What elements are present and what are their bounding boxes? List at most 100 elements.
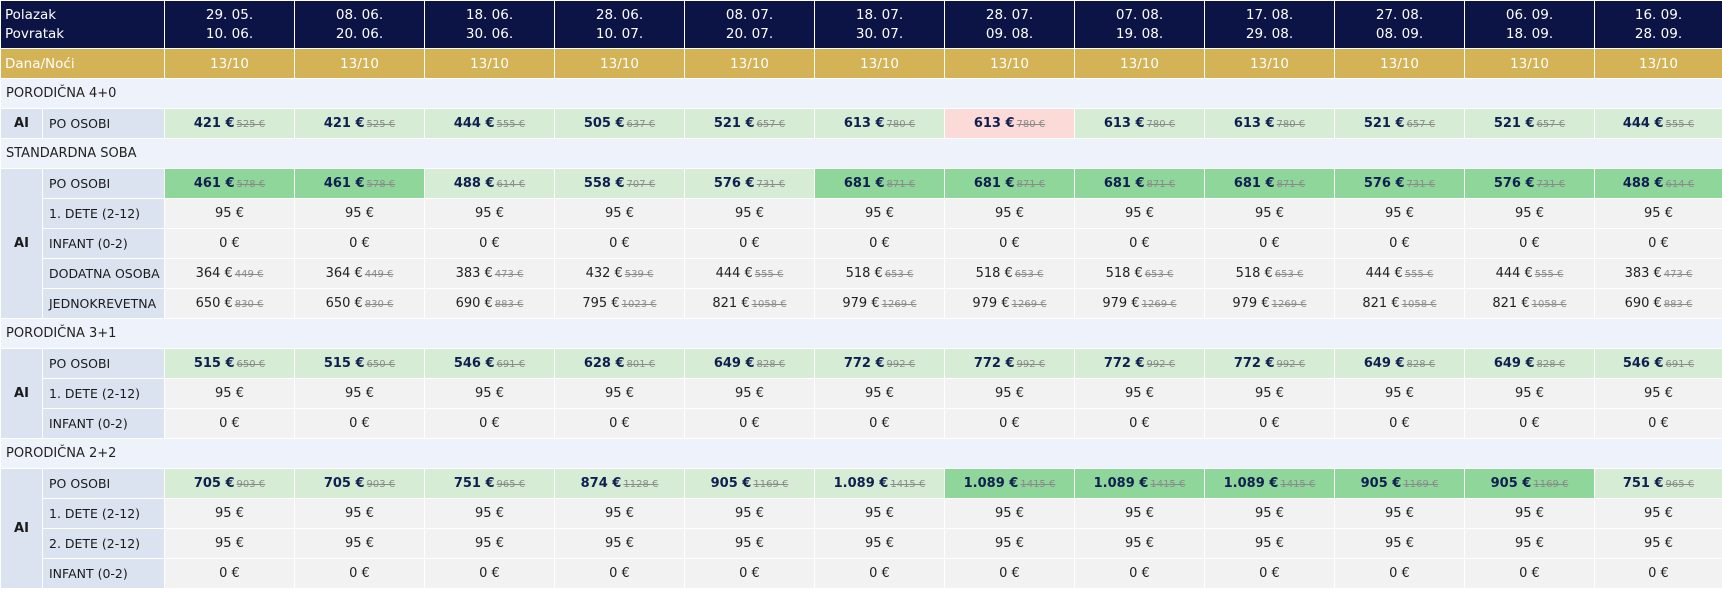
price-cell[interactable]: 0 € — [684, 558, 815, 589]
price-cell[interactable]: 1.089 €1415 € — [1074, 468, 1205, 499]
price-cell[interactable]: 95 € — [1464, 378, 1595, 409]
price-cell[interactable]: 518 €653 € — [1204, 258, 1335, 289]
price-cell[interactable]: 705 €903 € — [294, 468, 425, 499]
price-cell[interactable]: 95 € — [1204, 498, 1335, 529]
price-cell[interactable]: 95 € — [1074, 378, 1205, 409]
price-cell[interactable]: 95 € — [1594, 198, 1722, 229]
price-cell[interactable]: 95 € — [1334, 498, 1465, 529]
term-header-cell[interactable]: 27. 08. 08. 09. — [1334, 0, 1465, 49]
price-cell[interactable]: 521 €657 € — [1464, 108, 1595, 139]
price-cell[interactable]: 95 € — [1074, 528, 1205, 559]
price-cell[interactable]: 0 € — [944, 228, 1075, 259]
price-cell[interactable]: 95 € — [294, 528, 425, 559]
price-cell[interactable]: 505 €637 € — [554, 108, 685, 139]
price-cell[interactable]: 95 € — [944, 528, 1075, 559]
term-header-cell[interactable]: 08. 07. 20. 07. — [684, 0, 815, 49]
price-cell[interactable]: 95 € — [164, 498, 295, 529]
price-cell[interactable]: 0 € — [684, 408, 815, 439]
price-cell[interactable]: 576 €731 € — [1334, 168, 1465, 199]
price-cell[interactable]: 0 € — [1074, 408, 1205, 439]
price-cell[interactable]: 0 € — [1594, 228, 1722, 259]
price-cell[interactable]: 795 €1023 € — [554, 288, 685, 319]
price-cell[interactable]: 95 € — [1204, 198, 1335, 229]
price-cell[interactable]: 95 € — [944, 198, 1075, 229]
price-cell[interactable]: 95 € — [424, 198, 555, 229]
price-cell[interactable]: 0 € — [424, 228, 555, 259]
term-header-cell[interactable]: 08. 06. 20. 06. — [294, 0, 425, 49]
price-cell[interactable]: 649 €828 € — [1334, 348, 1465, 379]
price-cell[interactable]: 95 € — [1334, 198, 1465, 229]
price-cell[interactable]: 95 € — [944, 378, 1075, 409]
term-header-cell[interactable]: 07. 08. 19. 08. — [1074, 0, 1205, 49]
price-cell[interactable]: 0 € — [1074, 228, 1205, 259]
price-cell[interactable]: 613 €780 € — [1204, 108, 1335, 139]
price-cell[interactable]: 613 €780 € — [1074, 108, 1205, 139]
price-cell[interactable]: 772 €992 € — [814, 348, 945, 379]
price-cell[interactable]: 821 €1058 € — [1464, 288, 1595, 319]
price-cell[interactable]: 95 € — [814, 198, 945, 229]
price-cell[interactable]: 0 € — [1074, 558, 1205, 589]
price-cell[interactable]: 1.089 €1415 € — [814, 468, 945, 499]
price-cell[interactable]: 0 € — [294, 228, 425, 259]
price-cell[interactable]: 979 €1269 € — [1204, 288, 1335, 319]
price-cell[interactable]: 0 € — [554, 408, 685, 439]
term-header-cell[interactable]: 28. 06. 10. 07. — [554, 0, 685, 49]
price-cell[interactable]: 95 € — [424, 378, 555, 409]
price-cell[interactable]: 0 € — [944, 408, 1075, 439]
price-cell[interactable]: 979 €1269 € — [944, 288, 1075, 319]
price-cell[interactable]: 576 €731 € — [1464, 168, 1595, 199]
term-header-cell[interactable]: 28. 07. 09. 08. — [944, 0, 1075, 49]
price-cell[interactable]: 444 €555 € — [684, 258, 815, 289]
price-cell[interactable]: 95 € — [684, 378, 815, 409]
price-cell[interactable]: 0 € — [814, 228, 945, 259]
price-cell[interactable]: 905 €1169 € — [684, 468, 815, 499]
price-cell[interactable]: 95 € — [1204, 378, 1335, 409]
price-cell[interactable]: 95 € — [1334, 528, 1465, 559]
price-cell[interactable]: 461 €578 € — [294, 168, 425, 199]
price-cell[interactable]: 461 €578 € — [164, 168, 295, 199]
price-cell[interactable]: 364 €449 € — [164, 258, 295, 289]
price-cell[interactable]: 0 € — [424, 558, 555, 589]
price-cell[interactable]: 95 € — [814, 498, 945, 529]
price-cell[interactable]: 488 €614 € — [1594, 168, 1722, 199]
price-cell[interactable]: 95 € — [164, 198, 295, 229]
price-cell[interactable]: 95 € — [294, 198, 425, 229]
price-cell[interactable]: 0 € — [1464, 228, 1595, 259]
price-cell[interactable]: 518 €653 € — [1074, 258, 1205, 289]
price-cell[interactable]: 95 € — [944, 498, 1075, 529]
price-cell[interactable]: 95 € — [1334, 378, 1465, 409]
price-cell[interactable]: 95 € — [1074, 498, 1205, 529]
term-header-cell[interactable]: 18. 06. 30. 06. — [424, 0, 555, 49]
price-cell[interactable]: 515 €650 € — [294, 348, 425, 379]
price-cell[interactable]: 0 € — [684, 228, 815, 259]
price-cell[interactable]: 613 €780 € — [814, 108, 945, 139]
price-cell[interactable]: 521 €657 € — [1334, 108, 1465, 139]
price-cell[interactable]: 518 €653 € — [814, 258, 945, 289]
price-cell[interactable]: 95 € — [554, 198, 685, 229]
price-cell[interactable]: 546 €691 € — [1594, 348, 1722, 379]
price-cell[interactable]: 95 € — [1464, 498, 1595, 529]
price-cell[interactable]: 95 € — [554, 528, 685, 559]
price-cell[interactable]: 772 €992 € — [944, 348, 1075, 379]
price-cell[interactable]: 681 €871 € — [1074, 168, 1205, 199]
price-cell[interactable]: 681 €871 € — [1204, 168, 1335, 199]
price-cell[interactable]: 0 € — [294, 558, 425, 589]
price-cell[interactable]: 0 € — [1204, 228, 1335, 259]
price-cell[interactable]: 705 €903 € — [164, 468, 295, 499]
price-cell[interactable]: 95 € — [814, 378, 945, 409]
price-cell[interactable]: 650 €830 € — [164, 288, 295, 319]
price-cell[interactable]: 690 €883 € — [424, 288, 555, 319]
price-cell[interactable]: 979 €1269 € — [1074, 288, 1205, 319]
price-cell[interactable]: 0 € — [554, 558, 685, 589]
price-cell[interactable]: 95 € — [814, 528, 945, 559]
price-cell[interactable]: 521 €657 € — [684, 108, 815, 139]
price-cell[interactable]: 95 € — [1074, 198, 1205, 229]
price-cell[interactable]: 0 € — [814, 558, 945, 589]
term-header-cell[interactable]: 16. 09. 28. 09. — [1594, 0, 1722, 49]
price-cell[interactable]: 821 €1058 € — [684, 288, 815, 319]
price-cell[interactable]: 905 €1169 € — [1334, 468, 1465, 499]
price-cell[interactable]: 0 € — [1594, 558, 1722, 589]
price-cell[interactable]: 576 €731 € — [684, 168, 815, 199]
price-cell[interactable]: 690 €883 € — [1594, 288, 1722, 319]
price-cell[interactable]: 383 €473 € — [1594, 258, 1722, 289]
